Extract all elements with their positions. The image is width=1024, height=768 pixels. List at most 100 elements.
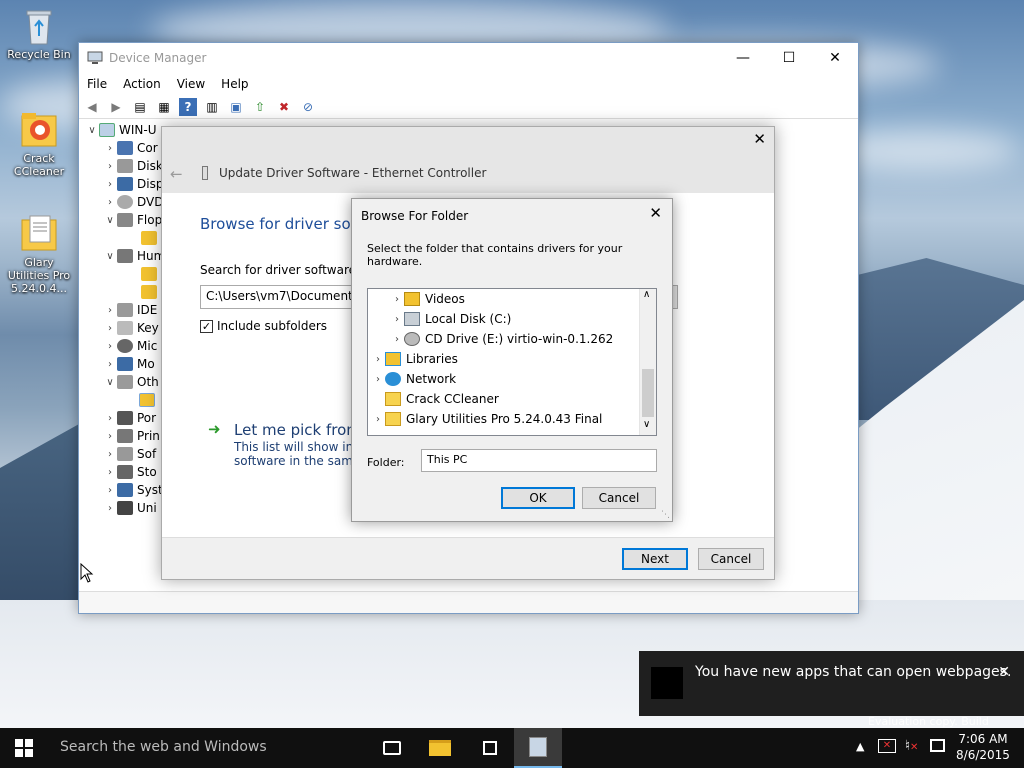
chevron-right-icon[interactable]: › bbox=[103, 305, 117, 316]
chevron-right-icon[interactable]: › bbox=[103, 485, 117, 496]
tree-subitem-selected[interactable] bbox=[79, 391, 169, 409]
checkbox-checked-icon[interactable]: ✓ bbox=[200, 319, 213, 333]
chevron-right-icon[interactable]: › bbox=[103, 467, 117, 478]
chevron-down-icon[interactable]: ∨ bbox=[85, 125, 99, 136]
task-view-button[interactable] bbox=[368, 728, 416, 768]
desktop-icon-glary-utilities[interactable]: Glary Utilities Pro 5.24.0.4... bbox=[2, 214, 76, 295]
cancel-button[interactable]: Cancel bbox=[582, 487, 656, 509]
folder-item-glary-utilities[interactable]: › Glary Utilities Pro 5.24.0.43 Final bbox=[371, 409, 602, 429]
tree-item[interactable]: › Key bbox=[79, 319, 169, 337]
tree-item[interactable]: › Sto bbox=[79, 463, 169, 481]
tree-item[interactable]: ∨ Hum bbox=[79, 247, 169, 265]
close-button[interactable]: ✕ bbox=[812, 43, 858, 73]
desktop-icon-crack-ccleaner[interactable]: Crack CCleaner bbox=[2, 110, 76, 178]
chevron-right-icon[interactable]: › bbox=[371, 374, 385, 385]
device-manager-taskbar-button[interactable] bbox=[514, 728, 562, 768]
tree-item[interactable]: › Por bbox=[79, 409, 169, 427]
update-driver-icon[interactable]: ⇧ bbox=[251, 98, 269, 116]
driver-path-field[interactable]: C:\Users\vm7\Documents bbox=[200, 285, 352, 309]
device-manager-titlebar[interactable]: Device Manager — ☐ ✕ bbox=[79, 43, 858, 73]
folder-item-videos[interactable]: › Videos bbox=[390, 289, 465, 309]
menu-view[interactable]: View bbox=[169, 77, 213, 91]
close-icon[interactable]: ✕ bbox=[998, 664, 1010, 680]
desktop-icon-recycle-bin[interactable]: Recycle Bin bbox=[2, 6, 76, 61]
folder-input[interactable]: This PC bbox=[421, 449, 657, 472]
uninstall-device-icon[interactable]: ✖ bbox=[275, 98, 293, 116]
chevron-down-icon[interactable]: ∨ bbox=[103, 377, 117, 388]
chevron-right-icon[interactable]: › bbox=[103, 161, 117, 172]
tree-subitem[interactable] bbox=[79, 283, 169, 301]
scroll-up-icon[interactable]: ∧ bbox=[643, 289, 650, 300]
chevron-right-icon[interactable]: › bbox=[103, 179, 117, 190]
folder-item-cd-drive[interactable]: › CD Drive (E:) virtio-win-0.1.262 bbox=[390, 329, 613, 349]
tree-item[interactable]: › Mo bbox=[79, 355, 169, 373]
folder-tree-scrollbar[interactable]: ∧ ∨ bbox=[639, 289, 656, 435]
tree-item[interactable]: › Syst bbox=[79, 481, 169, 499]
chevron-right-icon[interactable]: › bbox=[371, 414, 385, 425]
tree-item[interactable]: › Prin bbox=[79, 427, 169, 445]
forward-arrow-icon[interactable]: ▶ bbox=[107, 98, 125, 116]
chevron-right-icon[interactable]: › bbox=[390, 314, 404, 325]
properties-icon[interactable]: ▦ bbox=[155, 98, 173, 116]
tree-item[interactable]: ∨ Oth bbox=[79, 373, 169, 391]
cancel-button[interactable]: Cancel bbox=[698, 548, 764, 570]
pick-from-list-option[interactable]: ➜ Let me pick from This list will show i… bbox=[208, 420, 371, 468]
search-box[interactable]: Search the web and Windows bbox=[48, 728, 366, 768]
chevron-down-icon[interactable]: ∨ bbox=[103, 215, 117, 226]
tree-item[interactable]: › Uni bbox=[79, 499, 169, 517]
next-button[interactable]: Next bbox=[622, 548, 688, 570]
back-arrow-icon[interactable]: ← bbox=[170, 165, 183, 183]
chevron-right-icon[interactable]: › bbox=[103, 341, 117, 352]
folder-item-network[interactable]: › Network bbox=[371, 369, 456, 389]
chevron-right-icon[interactable]: › bbox=[103, 197, 117, 208]
chevron-right-icon[interactable]: › bbox=[371, 354, 385, 365]
chevron-right-icon[interactable]: › bbox=[103, 323, 117, 334]
scroll-thumb[interactable] bbox=[642, 369, 654, 417]
folder-item-local-disk[interactable]: › Local Disk (C:) bbox=[390, 309, 511, 329]
chevron-right-icon[interactable]: › bbox=[103, 503, 117, 514]
menu-action[interactable]: Action bbox=[115, 77, 169, 91]
chevron-right-icon[interactable]: › bbox=[390, 334, 404, 345]
chevron-right-icon[interactable]: › bbox=[390, 294, 404, 305]
chevron-right-icon[interactable]: › bbox=[103, 413, 117, 424]
tree-item[interactable]: › Sof bbox=[79, 445, 169, 463]
chevron-down-icon[interactable]: ∨ bbox=[103, 251, 117, 262]
tree-subitem[interactable] bbox=[79, 265, 169, 283]
chevron-right-icon[interactable]: › bbox=[103, 359, 117, 370]
clock[interactable]: 7:06 AM 8/6/2015 bbox=[955, 731, 1011, 763]
scroll-down-icon[interactable]: ∨ bbox=[643, 419, 650, 430]
disable-device-icon[interactable]: ⊘ bbox=[299, 98, 317, 116]
back-arrow-icon[interactable]: ◀ bbox=[83, 98, 101, 116]
folder-item-crack-ccleaner[interactable]: Crack CCleaner bbox=[385, 389, 499, 409]
chevron-right-icon[interactable]: › bbox=[103, 431, 117, 442]
maximize-button[interactable]: ☐ bbox=[766, 43, 812, 73]
help-icon[interactable]: ? bbox=[179, 97, 197, 116]
chevron-right-icon[interactable]: › bbox=[103, 143, 117, 154]
tree-item[interactable]: › IDE bbox=[79, 301, 169, 319]
include-subfolders-checkbox[interactable]: ✓ Include subfolders bbox=[200, 319, 327, 333]
view-icon[interactable]: ▥ bbox=[203, 98, 221, 116]
show-hide-tree-icon[interactable]: ▤ bbox=[131, 98, 149, 116]
tree-item[interactable]: › Cor bbox=[79, 139, 169, 157]
tree-root[interactable]: ∨ WIN-U bbox=[79, 121, 169, 139]
network-warning-icon[interactable]: ✕ bbox=[878, 739, 896, 753]
folder-item-libraries[interactable]: › Libraries bbox=[371, 349, 458, 369]
show-hidden-icons-icon[interactable]: ▲ bbox=[856, 740, 864, 753]
store-button[interactable] bbox=[466, 728, 514, 768]
resize-grip-icon[interactable]: ⋱ bbox=[661, 510, 670, 520]
menu-file[interactable]: File bbox=[79, 77, 115, 91]
close-icon[interactable]: ✕ bbox=[753, 130, 766, 148]
chevron-right-icon[interactable]: › bbox=[103, 449, 117, 460]
tree-item[interactable]: ∨ Flop bbox=[79, 211, 169, 229]
toast-notification[interactable]: You have new apps that can open webpages… bbox=[639, 651, 1024, 716]
minimize-button[interactable]: — bbox=[720, 43, 766, 73]
scan-hardware-icon[interactable]: ▣ bbox=[227, 98, 245, 116]
tree-item[interactable]: › Disp bbox=[79, 175, 169, 193]
tree-subitem[interactable] bbox=[79, 229, 169, 247]
tree-item[interactable]: › Mic bbox=[79, 337, 169, 355]
folder-tree[interactable]: › Videos › Local Disk (C:) › CD Drive (E… bbox=[367, 288, 657, 436]
file-explorer-button[interactable] bbox=[416, 728, 464, 768]
ok-button[interactable]: OK bbox=[501, 487, 575, 509]
menu-help[interactable]: Help bbox=[213, 77, 256, 91]
action-center-icon[interactable] bbox=[930, 739, 945, 752]
